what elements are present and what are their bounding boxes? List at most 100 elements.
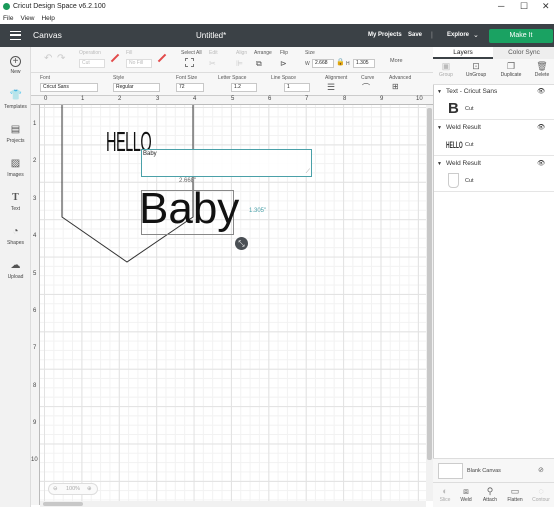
contour-button[interactable]: ◌ Contour xyxy=(529,486,553,503)
hide-eye-icon[interactable]: ⊘ xyxy=(538,466,544,474)
my-projects-link[interactable]: My Projects xyxy=(368,24,402,47)
alignment-icon[interactable]: ☰ xyxy=(327,82,335,93)
divider xyxy=(433,482,554,483)
sidebar-item-upload[interactable]: ☁ Upload xyxy=(0,260,31,280)
app-logo-icon xyxy=(3,3,10,10)
blank-canvas-swatch[interactable] xyxy=(438,463,463,479)
maximize-icon[interactable]: ☐ xyxy=(520,0,528,12)
horizontal-scrollbar[interactable] xyxy=(40,501,426,507)
advanced-icon[interactable]: ⊞ xyxy=(392,82,399,91)
flip-icon[interactable]: ⊳ xyxy=(280,59,287,68)
ruler-tick: 10 xyxy=(416,96,423,102)
sidebar-item-label: Projects xyxy=(6,138,25,144)
resize-grip-icon[interactable]: ⟋ xyxy=(306,169,310,176)
more-menu[interactable]: More xyxy=(390,58,403,64)
ruler-tick: 7 xyxy=(305,96,309,102)
layer-row[interactable]: B Cut xyxy=(434,98,554,120)
operation-select[interactable]: Cut xyxy=(79,59,105,68)
line-space-input[interactable]: 1 xyxy=(284,83,310,92)
scale-handle-icon[interactable]: ⤡ xyxy=(235,237,248,250)
save-button[interactable]: Save xyxy=(408,24,422,47)
baby-text[interactable]: Baby xyxy=(139,185,239,233)
ruler-tick: 5 xyxy=(33,271,37,277)
weld-button[interactable]: ⧈ Weld xyxy=(454,486,478,503)
menu-help[interactable]: Help xyxy=(41,15,54,22)
explore-menu[interactable]: Explore xyxy=(447,24,469,47)
layer-group-title: Weld Result xyxy=(446,124,481,131)
design-sidebar: + New 👕 Templates ▤ Projects ▨ Images T Text … xyxy=(0,47,31,507)
layer-group-title: Text - Cricut Sans xyxy=(446,88,498,95)
collapse-icon[interactable]: ▼ xyxy=(437,158,442,170)
font-select[interactable]: Cricut Sans xyxy=(40,83,98,92)
pen-red-icon[interactable] xyxy=(110,53,120,63)
width-input[interactable]: 2.668 xyxy=(312,59,334,68)
pen-fill-icon[interactable] xyxy=(157,53,167,63)
font-size-input[interactable]: 72 xyxy=(176,83,204,92)
vertical-scroll-thumb[interactable] xyxy=(427,108,432,460)
lock-icon[interactable]: 🔒 xyxy=(336,58,345,66)
image-icon: ▨ xyxy=(10,158,21,169)
sidebar-item-new[interactable]: + New xyxy=(0,56,31,75)
flatten-button[interactable]: ▭ Flatten xyxy=(503,486,527,503)
tab-color-sync[interactable]: Color Sync xyxy=(494,47,554,59)
ruler-vertical: 1 2 3 4 5 6 7 8 9 10 xyxy=(31,105,40,505)
layer-row[interactable]: HELLO Cut xyxy=(434,134,554,156)
sidebar-item-text[interactable]: T Text xyxy=(0,192,31,212)
layer-row[interactable]: Cut xyxy=(434,170,554,192)
sidebar-item-projects[interactable]: ▤ Projects xyxy=(0,124,31,144)
zoom-out-icon[interactable]: ⊖ xyxy=(53,484,58,495)
sidebar-item-shapes[interactable]: ◔ Shapes xyxy=(0,226,31,246)
text-edit-value: Baby xyxy=(143,151,157,157)
ruler-tick: 3 xyxy=(33,196,37,202)
collapse-icon[interactable]: ▼ xyxy=(437,122,442,134)
ungroup-icon: ⊡ xyxy=(472,61,480,71)
tab-layers[interactable]: Layers xyxy=(433,47,493,59)
menu-bar: File View Help xyxy=(0,13,554,24)
duplicate-button[interactable]: ❐ Duplicate xyxy=(499,61,523,78)
minimize-icon[interactable]: ─ xyxy=(498,0,504,12)
attach-button[interactable]: ⚲ Attach xyxy=(478,486,502,503)
delete-label: Delete xyxy=(534,72,550,78)
zoom-in-icon[interactable]: ⊕ xyxy=(87,484,92,495)
layer-group-weld[interactable]: ▼ Weld Result 👁 xyxy=(434,122,554,134)
eye-icon[interactable]: 👁 xyxy=(537,122,545,134)
menu-file[interactable]: File xyxy=(3,15,13,22)
curve-icon[interactable]: ⌒ xyxy=(362,82,370,93)
arrange-icon[interactable]: ⧉ xyxy=(256,59,262,69)
sidebar-item-images[interactable]: ▨ Images xyxy=(0,158,31,178)
collapse-icon[interactable]: ▼ xyxy=(437,86,442,98)
explore-chevron-icon[interactable]: ⌄ xyxy=(473,24,479,47)
style-select[interactable]: Regular xyxy=(113,83,160,92)
horizontal-scroll-thumb[interactable] xyxy=(43,502,83,506)
fill-select[interactable]: No Fill xyxy=(126,59,152,68)
group-button[interactable]: ▣ Group xyxy=(434,61,458,78)
undo-icon[interactable]: ↶ xyxy=(44,53,52,64)
text-edit-box[interactable]: Baby ⟋ xyxy=(141,149,312,177)
make-it-button[interactable]: Make It xyxy=(489,29,553,43)
delete-button[interactable]: 🗑 Delete xyxy=(530,61,554,78)
align-icon[interactable]: ⊫ xyxy=(236,59,243,68)
layer-group-text[interactable]: ▼ Text - Cricut Sans 👁 xyxy=(434,86,554,98)
ruler-tick: 1 xyxy=(81,96,85,102)
ungroup-button[interactable]: ⊡ UnGroup xyxy=(464,61,488,78)
close-icon[interactable]: ✕ xyxy=(542,0,550,12)
height-input[interactable]: 1.305 xyxy=(353,59,375,68)
edit-toolbar-top: ↶ ↷ Operation Cut Fill No Fill Select Al… xyxy=(0,47,433,73)
sidebar-item-templates[interactable]: 👕 Templates xyxy=(0,90,31,110)
shapes-icon: ◔ xyxy=(12,226,19,237)
hamburger-menu-icon[interactable] xyxy=(10,31,21,40)
layer-operation: Cut xyxy=(465,178,474,184)
letter-space-input[interactable]: 1.2 xyxy=(231,83,257,92)
zoom-level: 100% xyxy=(66,486,81,492)
layer-group-weld-2[interactable]: ▼ Weld Result 👁 xyxy=(434,158,554,170)
eye-icon[interactable]: 👁 xyxy=(537,86,545,98)
select-all-icon[interactable] xyxy=(185,58,194,67)
ruler-tick: 8 xyxy=(33,383,37,389)
redo-icon[interactable]: ↷ xyxy=(57,53,65,64)
menu-view[interactable]: View xyxy=(20,15,34,22)
eye-icon[interactable]: 👁 xyxy=(537,158,545,170)
zoom-control: ⊖ 100% ⊕ xyxy=(48,483,98,495)
ruler-tick: 7 xyxy=(33,345,37,351)
projects-icon: ▤ xyxy=(10,124,21,135)
scissors-icon[interactable]: ✂ xyxy=(209,59,216,68)
